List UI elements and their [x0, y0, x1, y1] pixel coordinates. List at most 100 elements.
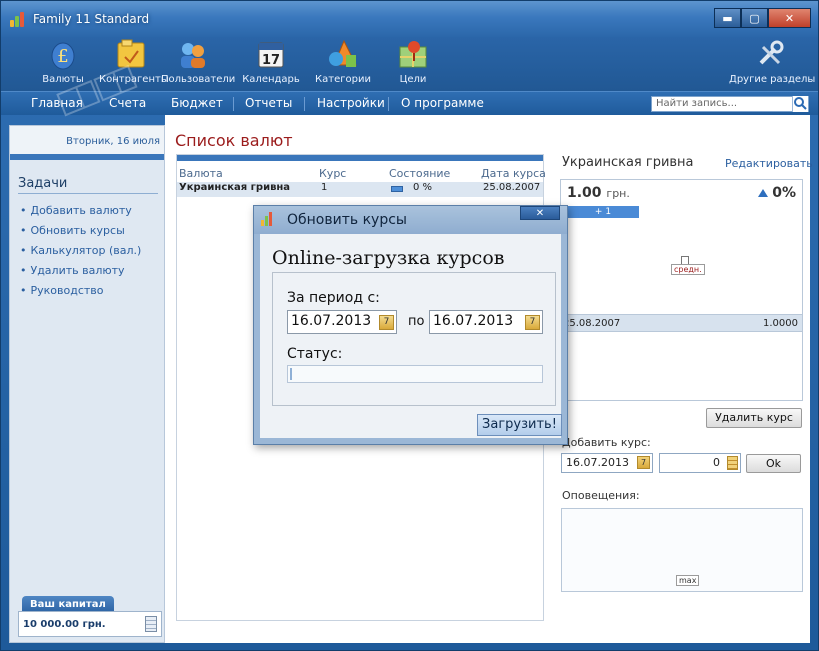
delete-rate-button[interactable]: Удалить курс	[706, 408, 802, 428]
title-bar[interactable]: Family 11 Standard ▬ ▢ ✕	[1, 1, 818, 37]
search-placeholder: Найти запись...	[656, 98, 738, 109]
alerts-label: Оповещения:	[562, 489, 640, 502]
to-label: по	[408, 314, 425, 329]
col-currency[interactable]: Валюта	[179, 167, 223, 180]
add-rate-value: 0	[713, 456, 720, 469]
state-bar-icon	[391, 186, 403, 192]
app-logo-icon	[261, 212, 275, 226]
toolbar-users[interactable]: Пользователи	[161, 37, 236, 85]
dialog-heading: Online-загрузка курсов	[272, 247, 505, 269]
nav-separator	[304, 97, 305, 111]
col-rate[interactable]: Курс	[319, 167, 346, 180]
nav-accounts[interactable]: Счета	[109, 96, 146, 110]
edit-link[interactable]: Редактировать	[725, 157, 813, 170]
task-manual[interactable]: Руководство	[20, 284, 141, 304]
nav-reports[interactable]: Отчеты	[245, 96, 292, 110]
map-pin-icon	[396, 37, 430, 71]
table-top-bar	[177, 155, 543, 161]
load-button[interactable]: Загрузить!	[477, 414, 562, 436]
tools-icon	[753, 37, 787, 71]
calculator-icon[interactable]	[145, 616, 157, 632]
rate-footer: 25.08.2007 1.0000	[561, 314, 802, 332]
dialog-title-bar[interactable]: Обновить курсы ✕	[254, 206, 567, 234]
mid-label: средн.	[671, 264, 705, 275]
page-title: Список валют	[175, 131, 293, 150]
nav-settings[interactable]: Настройки	[317, 96, 385, 110]
progress-fill	[290, 368, 292, 380]
search-icon[interactable]	[792, 96, 808, 112]
dialog-close-button[interactable]: ✕	[520, 206, 560, 220]
nav-bar: Главная Счета Бюджет Отчеты Настройки О …	[1, 91, 818, 115]
main-toolbar: £ Валюты Контрагенты Пользователи 17 Кал…	[1, 37, 818, 91]
task-list: Добавить валюту Обновить курсы Калькулят…	[20, 204, 142, 304]
toolbar-goals[interactable]: Цели	[381, 37, 445, 85]
from-date-field[interactable]: 16.07.2013 7	[287, 310, 397, 334]
col-date[interactable]: Дата курса	[481, 167, 546, 180]
calendar-icon[interactable]: 7	[379, 315, 394, 330]
toolbar-other-label: Другие разделы	[729, 74, 816, 85]
capital-box: 10 000.00 грн.	[18, 611, 162, 637]
toolbar-contractors-label: Контрагенты	[99, 74, 169, 85]
task-add-currency[interactable]: Добавить валюту	[20, 204, 141, 224]
add-rate-label: Добавить курс:	[562, 436, 651, 449]
nav-home[interactable]: Главная	[31, 96, 83, 110]
from-date: 16.07.2013	[291, 313, 372, 329]
close-button[interactable]: ✕	[768, 8, 811, 28]
nav-separator	[388, 97, 389, 111]
calendar-icon: 17	[254, 37, 288, 71]
left-sidebar: Вторник, 16 июля Задачи Добавить валюту …	[9, 125, 165, 643]
rate-number: 1.00	[567, 185, 602, 201]
calendar-icon[interactable]: 7	[525, 315, 540, 330]
calendar-icon[interactable]: 7	[637, 456, 650, 469]
toolbar-users-label: Пользователи	[161, 74, 236, 85]
col-state[interactable]: Состояние	[389, 167, 450, 180]
nav-budget[interactable]: Бюджет	[171, 96, 223, 110]
toolbar-categories[interactable]: Категории	[311, 37, 375, 85]
alerts-box: max	[561, 508, 803, 592]
toolbar-categories-label: Категории	[315, 74, 371, 85]
folder-contacts-icon	[114, 37, 148, 71]
dialog-body: Online-загрузка курсов За период с: 16.0…	[260, 234, 562, 438]
task-calculator[interactable]: Калькулятор (вал.)	[20, 244, 142, 264]
toolbar-calendar[interactable]: 17 Календарь	[239, 37, 303, 85]
users-icon	[176, 37, 210, 71]
table-row[interactable]: Украинская гривна 1 0 % 25.08.2007	[177, 182, 543, 197]
footer-date: 25.08.2007	[563, 318, 621, 329]
nav-separator	[233, 97, 234, 111]
to-date: 16.07.2013	[433, 313, 514, 329]
svg-text:£: £	[57, 46, 68, 67]
toolbar-goals-label: Цели	[399, 74, 427, 85]
date-strip: Вторник, 16 июля	[10, 126, 164, 160]
nav-about[interactable]: О программе	[401, 96, 484, 110]
ok-button[interactable]: Ok	[746, 454, 801, 473]
rate-unit: грн.	[606, 187, 630, 200]
cell-state: 0 %	[413, 182, 433, 193]
period-label: За период с:	[287, 290, 380, 306]
add-rate-date: 16.07.2013	[566, 456, 629, 469]
add-rate-date-field[interactable]: 16.07.2013 7	[561, 453, 653, 473]
status-label: Статус:	[287, 346, 343, 362]
mid-marker	[681, 256, 689, 264]
minimize-button[interactable]: ▬	[714, 8, 741, 28]
max-label: max	[676, 575, 700, 586]
search-input[interactable]: Найти запись...	[651, 96, 809, 112]
maximize-button[interactable]: ▢	[741, 8, 768, 28]
add-rate-value-field[interactable]: 0	[659, 453, 741, 473]
dialog-group: За период с: 16.07.2013 7 по 16.07.2013 …	[272, 272, 556, 406]
capital-value: 10 000.00 грн.	[23, 619, 106, 630]
task-delete-currency[interactable]: Удалить валюту	[20, 264, 141, 284]
toolbar-currencies-label: Валюты	[42, 74, 84, 85]
current-date: Вторник, 16 июля	[66, 136, 160, 147]
toolbar-other-sections[interactable]: Другие разделы	[729, 37, 816, 85]
calculator-icon[interactable]	[727, 456, 738, 470]
cell-currency: Украинская гривна	[179, 182, 291, 193]
window-controls: ▬ ▢ ✕	[714, 8, 811, 28]
task-update-rates[interactable]: Обновить курсы	[20, 224, 141, 244]
to-date-field[interactable]: 16.07.2013 7	[429, 310, 543, 334]
calendar-day-number: 17	[262, 53, 280, 68]
app-window: Family 11 Standard ▬ ▢ ✕ £ Валюты Контра…	[0, 0, 819, 651]
pound-coin-icon: £	[46, 37, 80, 71]
toolbar-currencies[interactable]: £ Валюты	[31, 37, 95, 85]
toolbar-contractors[interactable]: Контрагенты	[99, 37, 169, 85]
status-progress-bar	[287, 365, 543, 383]
